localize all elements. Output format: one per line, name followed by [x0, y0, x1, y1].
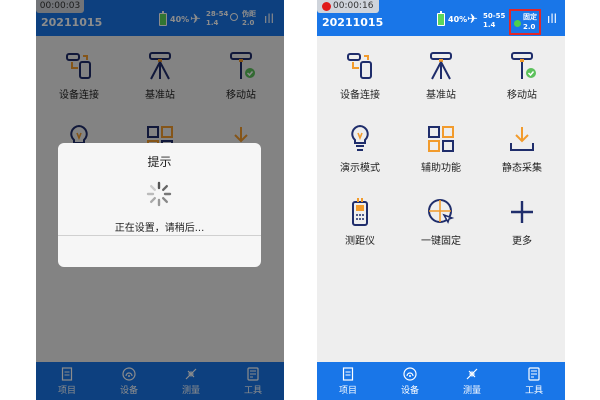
recording-timer: 00:00:16	[317, 0, 379, 13]
tab-label: 测量	[462, 386, 481, 396]
one-key-fix-icon	[428, 199, 455, 224]
status-bar: 00:00:16 20211015 40% ✈ 50-55 1.4 固定 2.0…	[317, 0, 565, 36]
screenshot-stage: 00:00:03 20211015 40% ✈ 28-54 1.4 伪距 2.0…	[0, 0, 600, 400]
fix-status: 固定	[523, 13, 537, 21]
tab-survey[interactable]: 测量	[441, 362, 503, 400]
grid-item-device-connect[interactable]: 设备连接	[319, 50, 401, 106]
tab-label: 设备	[400, 386, 419, 396]
grid-item-label: 一键固定	[421, 236, 461, 247]
tab-device[interactable]: 设备	[379, 362, 441, 400]
record-dot-icon	[322, 2, 331, 11]
assist-grid-icon	[428, 126, 454, 152]
grid-item-label: 设备连接	[340, 90, 380, 101]
grid-item-rover[interactable]: 移动站	[481, 50, 563, 106]
dialog-divider	[58, 235, 261, 236]
grid-item-label: 辅助功能	[421, 163, 461, 174]
grid-item-assist-grid[interactable]: 辅助功能	[400, 123, 482, 179]
satellite-count: 50-55	[483, 12, 506, 20]
grid-item-one-key-fix[interactable]: 一键固定	[400, 196, 482, 252]
tab-document[interactable]: 项目	[317, 362, 379, 400]
satellite-pdop: 1.4	[483, 21, 496, 29]
battery-icon	[437, 11, 445, 26]
fix-indicator-icon	[514, 20, 521, 27]
tab-tools[interactable]: 工具	[503, 362, 565, 400]
signal-icon: ıll	[547, 12, 558, 26]
base-station-icon	[430, 52, 452, 80]
survey-icon	[466, 368, 478, 380]
grid-item-label: 基准站	[426, 90, 456, 101]
grid-item-label: 测距仪	[345, 236, 375, 247]
grid-item-static-collect[interactable]: 静态采集	[481, 123, 563, 179]
rover-icon	[511, 52, 536, 79]
phone-left: 00:00:03 20211015 40% ✈ 28-54 1.4 伪距 2.0…	[36, 0, 284, 400]
document-icon	[342, 367, 354, 381]
tab-label: 工具	[524, 386, 543, 396]
grid-item-plus[interactable]: 更多	[481, 196, 563, 252]
bottom-tab-bar: 项目 设备 测量 工具	[317, 362, 565, 400]
device-icon	[403, 367, 417, 381]
loading-dialog: 提示 正在设置，请稍后...	[58, 143, 261, 267]
grid-item-label: 演示模式	[340, 163, 380, 174]
static-collect-icon	[510, 127, 534, 151]
dialog-message: 正在设置，请稍后...	[114, 223, 205, 234]
grid-item-base-station[interactable]: 基准站	[400, 50, 482, 106]
device-connect-icon	[347, 53, 372, 79]
dialog-title: 提示	[147, 155, 172, 169]
grid-item-label: 移动站	[507, 90, 537, 101]
grid-item-rangefinder[interactable]: 测距仪	[319, 196, 401, 252]
tab-label: 项目	[338, 386, 357, 396]
fix-age: 2.0	[523, 23, 536, 31]
rangefinder-icon	[352, 198, 368, 226]
grid-item-label: 静态采集	[502, 163, 542, 174]
grid-item-label: 更多	[512, 236, 532, 247]
grid-item-demo-bulb[interactable]: 演示模式	[319, 123, 401, 179]
fix-status-highlight: 固定 2.0	[509, 9, 541, 35]
satellite-icon: ✈	[467, 12, 478, 27]
recording-timer-text: 00:00:16	[333, 1, 374, 11]
date-label: 20211015	[322, 16, 384, 29]
loading-spinner-icon	[146, 181, 172, 207]
battery-percent: 40%	[448, 15, 468, 24]
demo-bulb-icon	[351, 124, 369, 151]
phone-right: 00:00:16 20211015 40% ✈ 50-55 1.4 固定 2.0…	[317, 0, 565, 400]
plus-icon	[511, 201, 533, 223]
tools-icon	[528, 367, 540, 381]
